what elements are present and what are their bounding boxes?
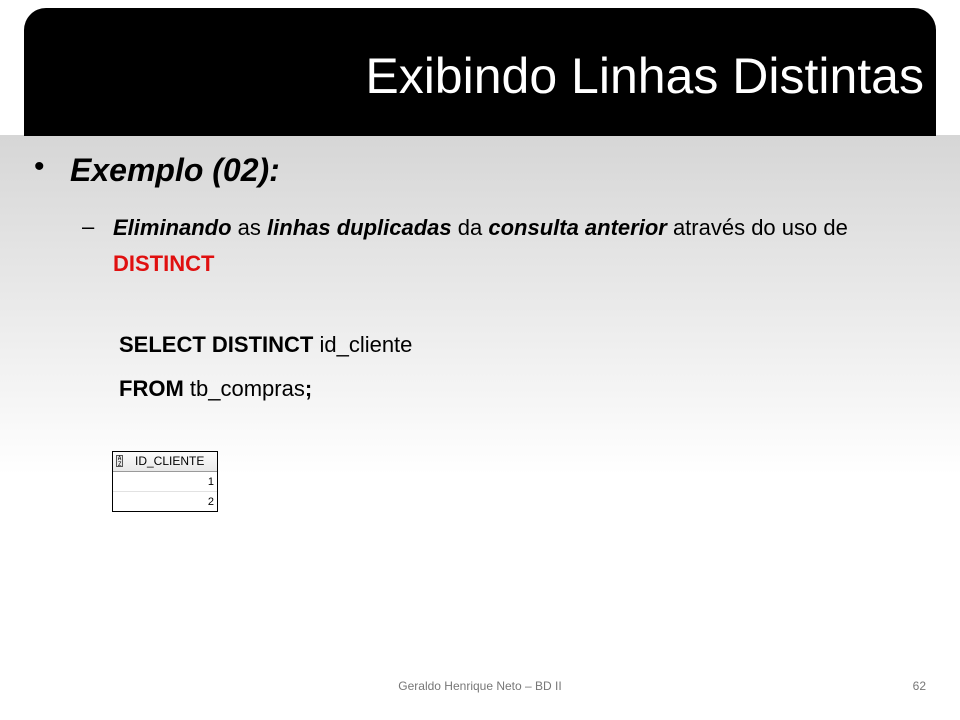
text-fragment: através do uso de <box>666 215 848 240</box>
sql-keyword: FROM <box>119 376 184 401</box>
sub-bullet-text: Eliminando as linhas duplicadas da consu… <box>113 210 928 282</box>
sub-bullet-dash: – <box>82 214 95 239</box>
result-header: AZ ID_CLIENTE <box>113 452 217 472</box>
sql-line-select: SELECT DISTINCT id_cliente <box>119 330 412 360</box>
sql-text: id_cliente <box>313 332 413 357</box>
title-bar: Exibindo Linhas Distintas <box>24 8 936 136</box>
distinct-keyword: DISTINCT <box>113 251 215 276</box>
text-fragment: da <box>451 215 489 240</box>
bullet-heading: Exemplo (02): <box>70 152 280 188</box>
sql-semicolon: ; <box>304 376 313 401</box>
sql-text: tb_compras <box>183 376 305 401</box>
result-row: 1 <box>113 472 217 492</box>
emphasis-linhas-duplicadas: linhas duplicadas <box>267 215 452 240</box>
result-row: 2 <box>207 496 214 508</box>
slide-title: Exibindo Linhas Distintas <box>365 48 924 104</box>
sql-keyword: SELECT DISTINCT <box>119 332 314 357</box>
emphasis-consulta-anterior: consulta anterior <box>488 215 667 240</box>
page-number: 62 <box>912 679 926 693</box>
query-result-table: AZ ID_CLIENTE 1 2 <box>112 451 218 512</box>
bullet-marker: • <box>34 150 45 183</box>
result-column-name: ID_CLIENTE <box>135 454 205 468</box>
emphasis-eliminando: Eliminando <box>113 215 232 240</box>
sql-line-from: FROM tb_compras; <box>119 374 312 404</box>
footer-author: Geraldo Henrique Neto – BD II <box>398 679 562 693</box>
sort-column-icon: AZ <box>116 455 123 468</box>
text-fragment: as <box>231 215 268 240</box>
